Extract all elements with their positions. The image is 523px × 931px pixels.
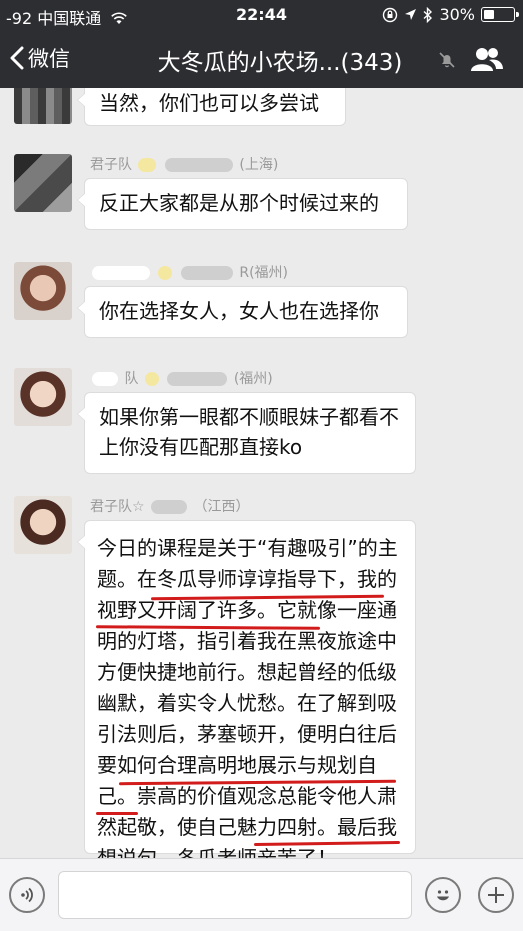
highlight-underline <box>96 812 138 815</box>
avatar[interactable] <box>14 496 72 554</box>
redacted-name <box>158 266 173 280</box>
avatar[interactable] <box>14 154 72 212</box>
redacted-name <box>92 372 118 386</box>
redacted-name <box>164 158 233 172</box>
sender-name: 君子队☆ （江西） <box>90 499 250 515</box>
back-label: 微信 <box>28 47 70 71</box>
plus-icon <box>488 887 504 903</box>
emoji-button[interactable] <box>425 877 461 913</box>
voice-toggle-button[interactable] <box>9 877 45 913</box>
chat-list[interactable]: 当然，你们也可以多尝试 君子队 (上海) 反正大家都是从那个时候过来的 R(福州… <box>0 88 523 858</box>
avatar[interactable] <box>14 368 72 426</box>
redacted-name <box>144 372 159 386</box>
status-right: 30% <box>382 5 519 24</box>
message-bubble[interactable]: 今日的课程是关于“有趣吸引”的主题。在冬瓜导师谆谆指导下，我的视野又开阔了许多。… <box>77 520 416 858</box>
input-bar <box>0 858 523 931</box>
message-row: 当然，你们也可以多尝试 <box>0 88 523 128</box>
avatar[interactable] <box>14 88 72 124</box>
message-text: 你在选择女人，女人也在选择你 <box>99 299 379 323</box>
redacted-name <box>180 266 233 280</box>
smiley-icon <box>437 890 449 901</box>
message-bubble[interactable]: 反正大家都是从那个时候过来的 <box>77 178 408 230</box>
sender-name: 队 (福州) <box>90 368 273 388</box>
message-text: 反正大家都是从那个时候过来的 <box>99 191 379 215</box>
chat-title: 大冬瓜的小农场...(343) <box>157 50 403 76</box>
message-text: 今日的课程是关于“有趣吸引”的主题。在冬瓜导师谆谆指导下，我的视野又开阔了许多。… <box>97 536 398 858</box>
message-text: 如果你第一眼都不顺眼妹子都看不上你没有匹配那直接ko <box>99 405 399 459</box>
group-members-icon[interactable] <box>470 46 504 72</box>
nav-bar: 微信 大冬瓜的小农场...(343) <box>0 30 523 88</box>
bluetooth-icon <box>423 6 433 23</box>
message-row: 君子队☆ （江西） 今日的课程是关于“有趣吸引”的主题。在冬瓜导师谆谆指导下，我… <box>0 492 523 858</box>
avatar[interactable] <box>14 262 72 320</box>
message-bubble[interactable]: 当然，你们也可以多尝试 <box>77 88 346 126</box>
status-bar: -92 中国联通 22:44 30% <box>0 0 523 30</box>
sender-name: R(福州) <box>90 262 288 282</box>
lock-rotation-icon <box>383 7 398 22</box>
message-row: 君子队 (上海) 反正大家都是从那个时候过来的 <box>0 150 523 250</box>
more-button[interactable] <box>478 877 514 913</box>
back-button[interactable]: 微信 <box>10 43 70 73</box>
message-bubble[interactable]: 你在选择女人，女人也在选择你 <box>77 286 408 338</box>
location-arrow-icon <box>405 9 417 20</box>
message-bubble[interactable]: 如果你第一眼都不顺眼妹子都看不上你没有匹配那直接ko <box>77 392 416 474</box>
sender-name: 君子队 (上海) <box>90 157 279 173</box>
message-text: 当然，你们也可以多尝试 <box>99 91 319 115</box>
message-input[interactable] <box>58 871 412 919</box>
redacted-name <box>167 372 228 386</box>
voice-icon <box>21 887 33 903</box>
message-row: 队 (福州) 如果你第一眼都不顺眼妹子都看不上你没有匹配那直接ko <box>0 364 523 476</box>
battery-percent: 30% <box>439 5 475 24</box>
chevron-left-icon <box>10 46 24 70</box>
redacted-name <box>138 158 157 172</box>
redacted-name <box>92 266 150 280</box>
battery-icon <box>481 7 519 22</box>
message-row: R(福州) 你在选择女人，女人也在选择你 <box>0 258 523 358</box>
mute-bell-icon <box>439 52 455 68</box>
redacted-name <box>151 500 188 514</box>
